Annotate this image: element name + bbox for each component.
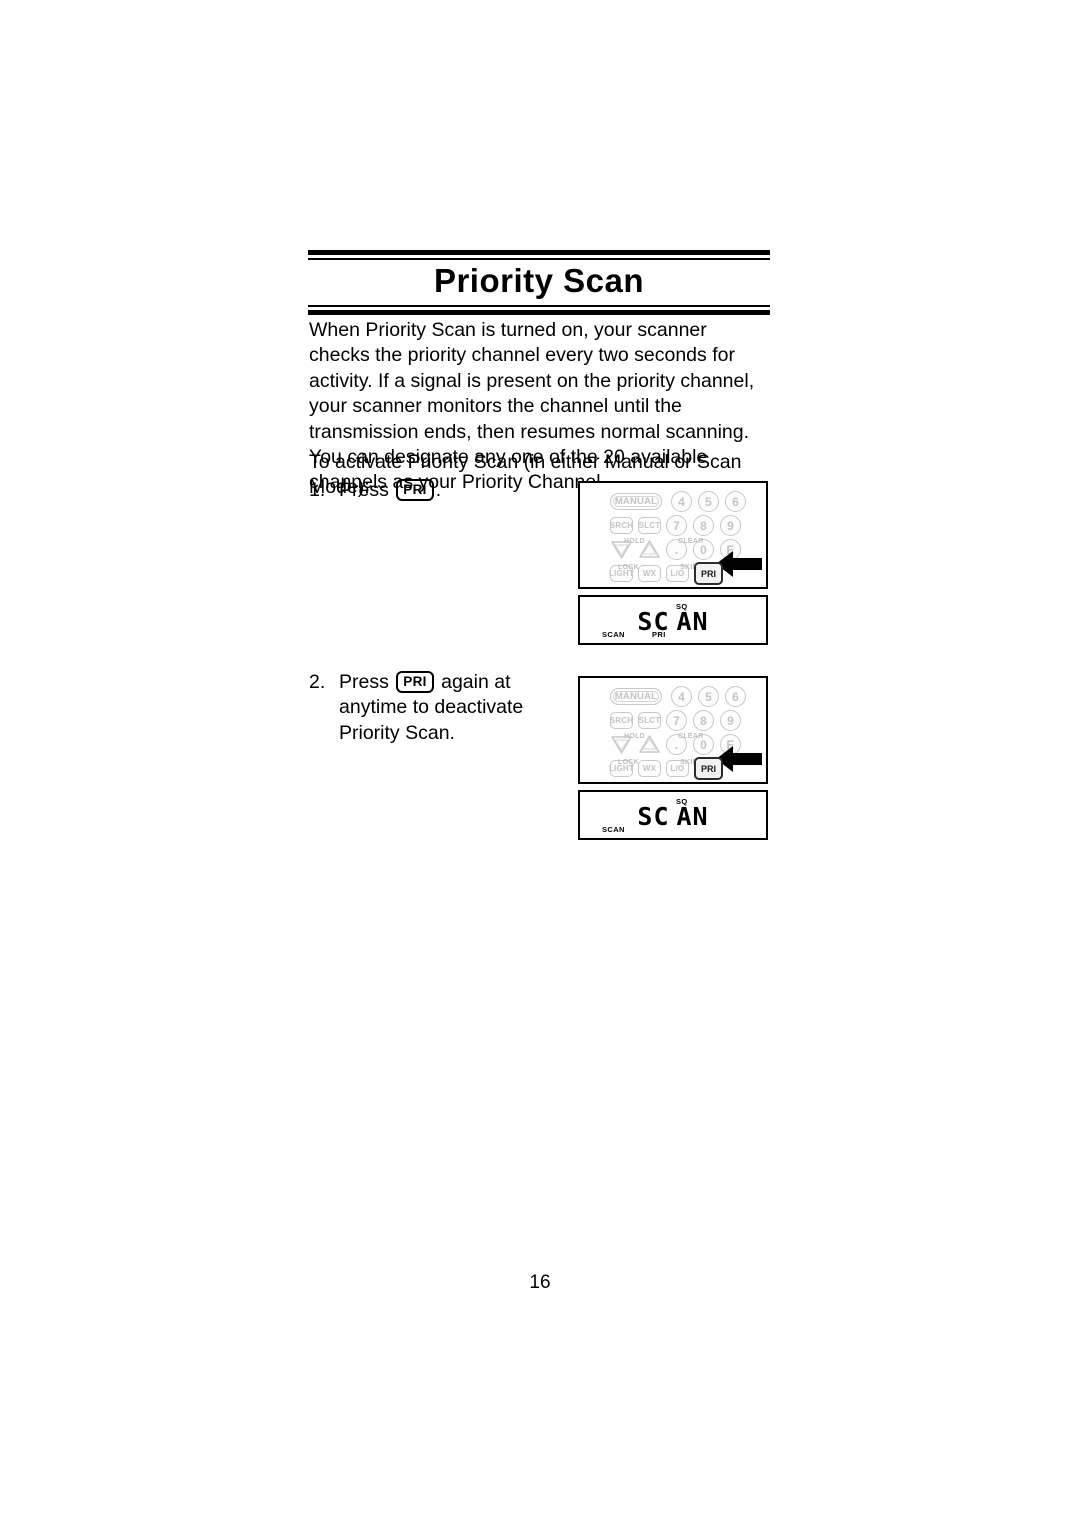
key-7[interactable]: 7 <box>666 710 687 731</box>
lcd-indicator-scan-2: SCAN <box>602 825 625 834</box>
page-title: Priority Scan <box>433 262 645 299</box>
keypad-diagram-2: MANUAL 4 5 6 SRCH SLCT 7 8 9 . 0 E LIGHT… <box>578 676 768 784</box>
key-slct[interactable]: SLCT <box>638 517 661 534</box>
key-5[interactable]: 5 <box>698 491 719 512</box>
lcd-display-2: SC AN SQ SCAN <box>578 790 768 840</box>
label-lock: LOCK <box>618 759 640 766</box>
lcd-seg-right-2: AN <box>676 802 709 831</box>
lcd-indicator-sq-2: SQ <box>676 797 688 806</box>
key-pri-highlighted[interactable]: PRI <box>694 562 723 585</box>
illustration-step-2: MANUAL 4 5 6 SRCH SLCT 7 8 9 . 0 E LIGHT… <box>578 676 768 840</box>
pri-key-glyph[interactable]: PRI <box>396 671 434 693</box>
key-slct[interactable]: SLCT <box>638 712 661 729</box>
key-7[interactable]: 7 <box>666 515 687 536</box>
keypad-row-1: MANUAL 4 5 6 <box>610 685 758 708</box>
key-9[interactable]: 9 <box>720 710 741 731</box>
key-wx[interactable]: WX <box>638 565 661 582</box>
label-lock: LOCK <box>618 564 640 571</box>
step-1-text-after: . <box>435 479 442 501</box>
key-5[interactable]: 5 <box>698 686 719 707</box>
step-2-body: Press PRI again at anytime to deactivate… <box>339 670 567 746</box>
lcd-seg-right-1: AN <box>676 607 709 636</box>
illustration-step-1: MANUAL 4 5 6 SRCH SLCT 7 8 9 . 0 E LIGHT… <box>578 481 768 645</box>
keypad-row-1: MANUAL 4 5 6 <box>610 490 758 513</box>
keypad-row-2: SRCH SLCT 7 8 9 <box>610 709 758 732</box>
lcd-display-1: SC AN SQ SCAN PRI <box>578 595 768 645</box>
lcd-indicator-pri-1: PRI <box>652 630 666 639</box>
lcd-indicator-scan-1: SCAN <box>602 630 625 639</box>
key-wx[interactable]: WX <box>638 760 661 777</box>
manual-page: Priority Scan When Priority Scan is turn… <box>0 0 1080 1528</box>
key-srch[interactable]: SRCH <box>610 712 633 729</box>
key-8[interactable]: 8 <box>693 515 714 536</box>
step-1: 1. Press PRI. <box>309 478 579 503</box>
key-4[interactable]: 4 <box>671 491 692 512</box>
step-1-text-before: Press <box>339 479 389 501</box>
header-rule-bottom-thick <box>308 309 770 315</box>
lcd-seg-left-2: SC <box>637 802 670 831</box>
label-clear: CLEAR <box>678 733 704 740</box>
step-2-number: 2. <box>309 671 326 693</box>
key-8[interactable]: 8 <box>693 710 714 731</box>
key-4[interactable]: 4 <box>671 686 692 707</box>
keypad-row-2: SRCH SLCT 7 8 9 <box>610 514 758 537</box>
step-2-text-before: Press <box>339 671 389 693</box>
key-manual[interactable]: MANUAL <box>610 493 662 510</box>
label-clear: CLEAR <box>678 538 704 545</box>
key-manual[interactable]: MANUAL <box>610 688 662 705</box>
label-hold: HOLD <box>624 538 646 545</box>
key-pri-highlighted[interactable]: PRI <box>694 757 723 780</box>
step-1-body: Press PRI. <box>339 478 567 503</box>
pri-key-glyph[interactable]: PRI <box>396 479 434 501</box>
label-hold: HOLD <box>624 733 646 740</box>
step-2: 2. Press PRI again at anytime to deactiva… <box>309 670 577 746</box>
keypad-diagram-1: MANUAL 4 5 6 SRCH SLCT 7 8 9 . 0 E LIGHT… <box>578 481 768 589</box>
lcd-indicator-sq-1: SQ <box>676 602 688 611</box>
key-9[interactable]: 9 <box>720 515 741 536</box>
key-srch[interactable]: SRCH <box>610 517 633 534</box>
key-6[interactable]: 6 <box>725 686 746 707</box>
step-1-number: 1. <box>309 479 326 501</box>
page-number: 16 <box>529 1272 551 1293</box>
page-header: Priority Scan <box>308 250 770 315</box>
key-6[interactable]: 6 <box>725 491 746 512</box>
